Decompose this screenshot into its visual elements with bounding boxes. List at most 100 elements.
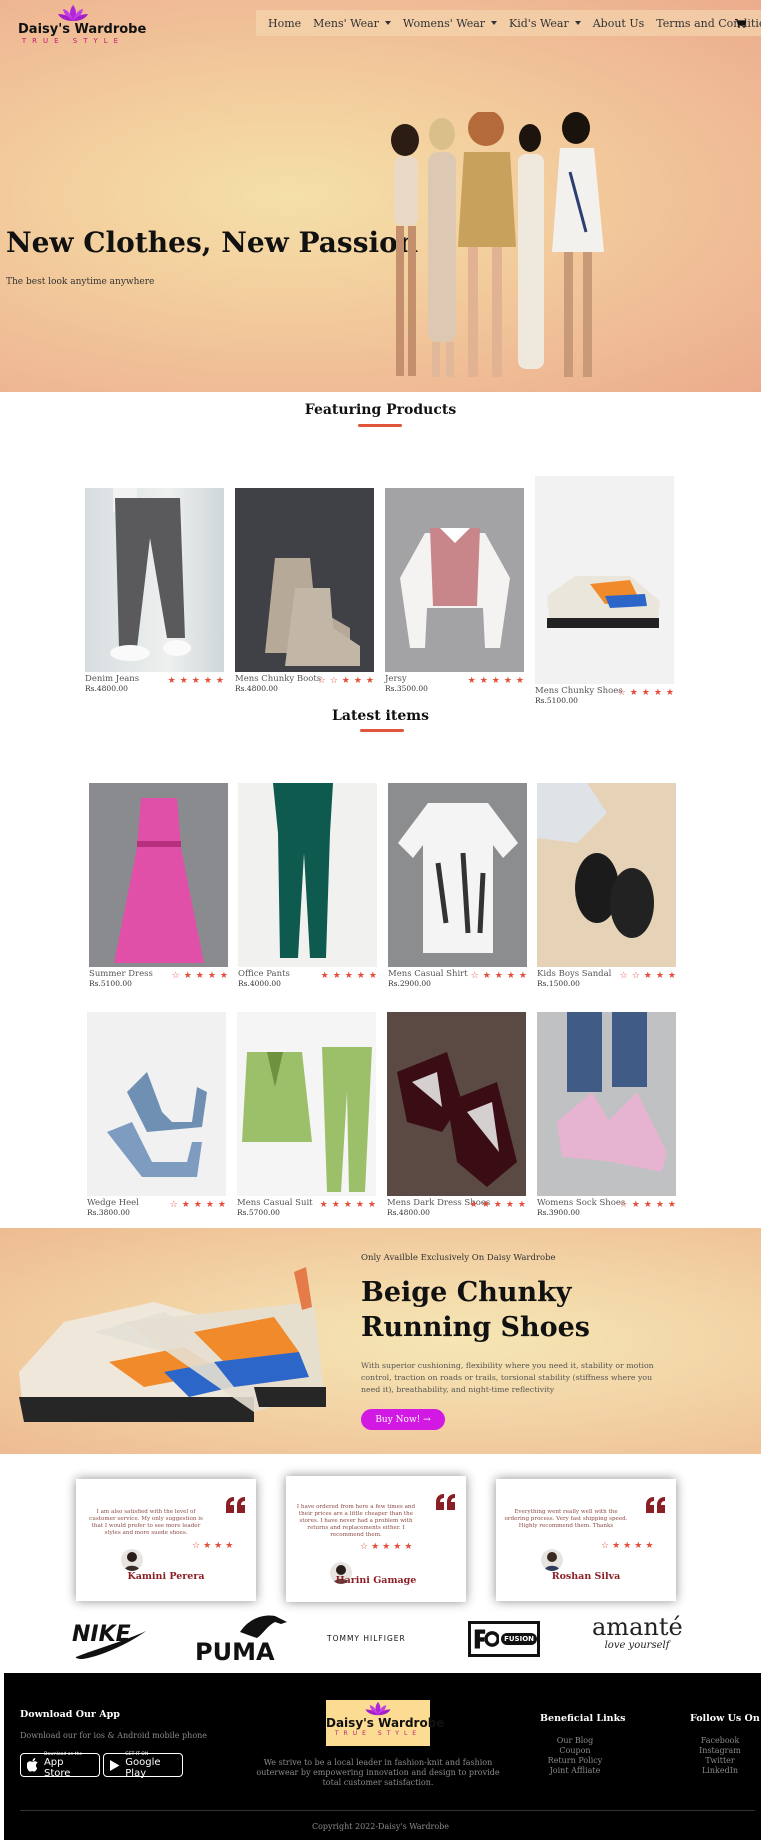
star-icon: ★ xyxy=(491,676,500,686)
star-icon: ★ xyxy=(191,676,200,686)
apple-icon xyxy=(27,1758,38,1772)
star-empty-icon: ☆ xyxy=(601,1541,610,1551)
promo-kicker: Only Availble Exclusively On Daisy Wardr… xyxy=(361,1253,556,1263)
product-image xyxy=(238,783,377,967)
lotus-icon xyxy=(58,5,88,21)
product-card[interactable]: Office Pants Rs.4000.00 ★ ★ ★ ★ ★ xyxy=(238,783,377,988)
nav-mens-wear[interactable]: Mens' Wear xyxy=(313,17,391,30)
product-card[interactable]: Jersy Rs.3500.00 ★ ★ ★ ★ ★ xyxy=(385,488,524,693)
google-play-button[interactable]: GET IT ON Google Play xyxy=(103,1752,183,1779)
footer-app-text: Download our for ios & Android mobile ph… xyxy=(20,1731,208,1740)
star-icon: ★ xyxy=(371,1542,380,1552)
star-icon: ★ xyxy=(481,1200,490,1210)
star-icon: ★ xyxy=(215,676,224,686)
nav-womens-wear[interactable]: Womens' Wear xyxy=(403,17,498,30)
brand-tagline: TRUE STYLE xyxy=(21,37,125,45)
star-icon: ★ xyxy=(320,971,329,981)
app-store-button[interactable]: Download on the App Store xyxy=(20,1752,100,1779)
star-icon: ★ xyxy=(645,1541,654,1551)
svg-text:PUMA: PUMA xyxy=(195,1638,275,1664)
caret-down-icon xyxy=(491,21,498,25)
lotus-icon xyxy=(365,1701,391,1716)
cart-icon[interactable] xyxy=(735,19,746,28)
star-icon: ★ xyxy=(515,676,524,686)
main-nav: Home Mens' Wear Womens' Wear Kid's Wear … xyxy=(256,10,761,36)
star-icon: ★ xyxy=(404,1542,413,1552)
featuring-title: Featuring Products xyxy=(304,402,457,418)
testimonial-quote: I have ordered from here a few times and… xyxy=(296,1504,416,1538)
rating-stars: ☆ ★ ★ ★ ★ xyxy=(471,972,527,981)
product-image xyxy=(387,1012,526,1196)
star-icon: ★ xyxy=(641,688,650,698)
footer-logo[interactable]: Daisy's Wardrobe TRUE STYLE xyxy=(326,1700,444,1746)
star-icon: ★ xyxy=(205,1200,214,1210)
rating-stars: ★ ★ ★ ★ ★ xyxy=(470,1201,526,1210)
star-icon: ★ xyxy=(634,1541,643,1551)
quote-icon xyxy=(646,1497,665,1513)
product-card[interactable]: Womens Sock Shoes Rs.3900.00 ☆ ★ ★ ★ ★ xyxy=(537,1012,676,1217)
footer-link-affiliate[interactable]: Joint Affliate xyxy=(540,1766,610,1776)
product-image xyxy=(537,783,676,967)
star-icon: ★ xyxy=(207,971,216,981)
product-card[interactable]: Mens Casual Suit Rs.5700.00 ★ ★ ★ ★ ★ xyxy=(237,1012,376,1217)
star-empty-icon: ☆ xyxy=(192,1541,201,1551)
rating-stars: ☆ ★ ★ ★ xyxy=(192,1542,233,1551)
brand-logo[interactable]: Daisy's Wardrobe TRUE STYLE xyxy=(18,4,147,45)
star-icon: ★ xyxy=(365,676,374,686)
google-play-icon xyxy=(110,1759,120,1771)
social-link-instagram[interactable]: Instagram xyxy=(686,1746,754,1756)
social-link-linkedin[interactable]: LinkedIn xyxy=(686,1766,754,1776)
star-icon: ★ xyxy=(643,971,652,981)
product-card[interactable]: Denim Jeans Rs.4800.00 ★ ★ ★ ★ ★ xyxy=(85,488,224,693)
product-card[interactable]: Mens Casual Shirt Rs.2900.00 ☆ ★ ★ ★ ★ xyxy=(388,783,527,988)
star-empty-icon: ☆ xyxy=(317,676,326,686)
product-card[interactable]: Mens Dark Dress Shoes Rs.4800.00 ★ ★ ★ ★ ★ xyxy=(387,1012,526,1217)
star-icon: ★ xyxy=(653,688,662,698)
star-icon: ★ xyxy=(203,676,212,686)
star-icon: ★ xyxy=(667,971,676,981)
social-link-facebook[interactable]: Facebook xyxy=(686,1736,754,1746)
nav-about-us[interactable]: About Us xyxy=(593,17,645,30)
footer-app-title: Download Our App xyxy=(20,1709,120,1720)
product-card[interactable]: Mens Chunky Shoes Rs.5100.00 ☆ ★ ★ ★ ★ xyxy=(535,476,674,705)
product-card[interactable]: Wedge Heel Rs.3800.00 ☆ ★ ★ ★ ★ xyxy=(87,1012,226,1217)
product-image xyxy=(89,783,228,967)
star-half-icon: ☆ xyxy=(631,971,640,981)
footer-link-blog[interactable]: Our Blog xyxy=(540,1736,610,1746)
featuring-underline xyxy=(358,424,402,427)
star-icon: ★ xyxy=(179,676,188,686)
star-icon: ★ xyxy=(479,676,488,686)
nav-home[interactable]: Home xyxy=(268,17,301,30)
latest-underline xyxy=(360,729,404,732)
rating-stars: ★ ★ ★ ★ ★ xyxy=(168,677,224,686)
testimonial-card: I have ordered from here a few times and… xyxy=(286,1476,466,1602)
star-icon: ★ xyxy=(667,1200,676,1210)
star-icon: ★ xyxy=(506,971,515,981)
product-card[interactable]: Kids Boys Sandal Rs.1500.00 ☆ ☆ ★ ★ ★ xyxy=(537,783,676,988)
testimonial-card: Everything went really well with the ord… xyxy=(496,1479,676,1601)
star-icon: ★ xyxy=(665,688,674,698)
rating-stars: ☆ ☆ ★ ★ ★ xyxy=(620,972,676,981)
brand-name: Daisy's Wardrobe xyxy=(18,22,147,37)
star-icon: ★ xyxy=(225,1541,234,1551)
star-icon: ★ xyxy=(214,1541,223,1551)
star-icon: ★ xyxy=(167,676,176,686)
social-link-twitter[interactable]: Twitter xyxy=(686,1756,754,1766)
footer-link-return-policy[interactable]: Return Policy xyxy=(540,1756,610,1766)
product-card[interactable]: Summer Dress Rs.5100.00 ☆ ★ ★ ★ ★ xyxy=(89,783,228,988)
footer-link-coupon[interactable]: Coupon xyxy=(540,1746,610,1756)
star-icon: ★ xyxy=(629,688,638,698)
star-icon: ★ xyxy=(503,676,512,686)
star-icon: ★ xyxy=(467,676,476,686)
star-empty-icon: ☆ xyxy=(169,1200,178,1210)
star-empty-icon: ☆ xyxy=(470,971,479,981)
footer-mission: We strive to be a local leader in fashio… xyxy=(256,1758,500,1787)
product-card[interactable]: Mens Chunky Boots Rs.4800.00 ☆ ☆ ★ ★ ★ xyxy=(235,488,374,693)
star-icon: ★ xyxy=(469,1200,478,1210)
star-icon: ★ xyxy=(193,1200,202,1210)
nav-kids-wear[interactable]: Kid's Wear xyxy=(509,17,581,30)
product-image xyxy=(385,488,524,672)
star-icon: ★ xyxy=(631,1200,640,1210)
buy-now-button[interactable]: Buy Now! → xyxy=(361,1409,445,1430)
caret-down-icon xyxy=(574,21,581,25)
